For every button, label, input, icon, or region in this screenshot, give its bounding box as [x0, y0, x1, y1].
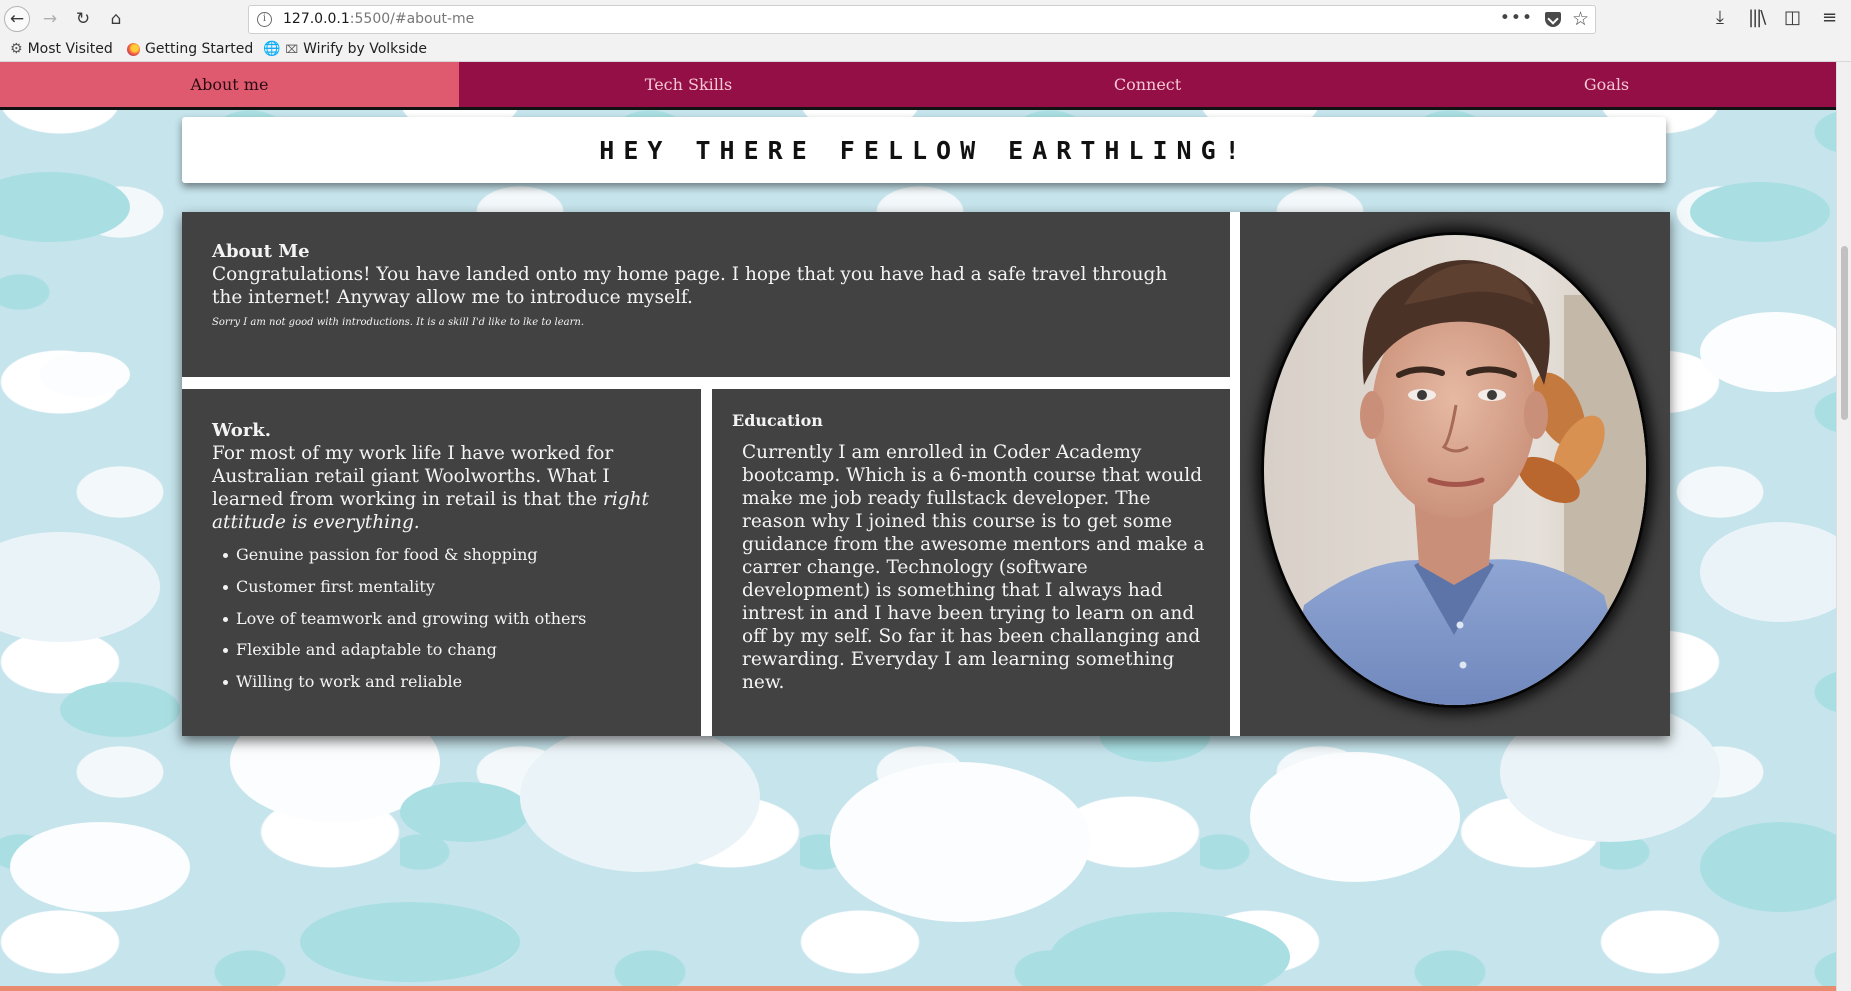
page-title: Hey there fellow earthling!	[599, 135, 1249, 165]
cloud	[1690, 182, 1830, 242]
cloud	[1700, 312, 1836, 392]
bookmarks-bar: ⚙ Most Visited Getting Started 🌐 ⌧ Wirif…	[0, 38, 1851, 62]
scrollbar-thumb[interactable]	[1841, 246, 1848, 420]
work-text-plain: For most of my work life I have worked f…	[212, 443, 614, 510]
bookmark-label: Most Visited	[27, 41, 113, 57]
about-heading: About Me	[212, 241, 310, 262]
about-text: Congratulations! You have landed onto my…	[212, 264, 1168, 308]
site-nav: About me Tech Skills Connect Goals	[0, 62, 1836, 110]
page-viewport: About me Tech Skills Connect Goals Hey t…	[0, 62, 1836, 991]
bookmark-wirify[interactable]: 🌐 ⌧ Wirify by Volkside	[263, 41, 427, 57]
info-icon[interactable]: i	[257, 12, 272, 27]
library-icon[interactable]: |||\	[1748, 7, 1766, 28]
home-icon[interactable]: ⌂	[103, 6, 129, 32]
list-item: Love of teamwork and growing with others	[223, 609, 671, 629]
about-note: Sorry I am not good with introductions. …	[212, 317, 585, 328]
cloud	[1700, 822, 1836, 912]
back-arrow-icon[interactable]: ←	[4, 6, 30, 32]
firefox-icon	[127, 42, 140, 56]
education-text: Currently I am enrolled in Coder Academy…	[742, 442, 1205, 693]
bookmarklet-icon: ⌧	[285, 42, 299, 56]
cloud	[830, 762, 1090, 922]
cloud	[1250, 752, 1460, 882]
menu-icon[interactable]: ≡	[1822, 7, 1837, 28]
more-icon[interactable]: •••	[1500, 8, 1533, 28]
work-list: Genuine passion for food & shopping Cust…	[212, 545, 671, 692]
cloud	[0, 172, 130, 242]
download-icon[interactable]: ⤓	[1716, 7, 1724, 28]
work-text: For most of my work life I have worked f…	[212, 442, 671, 534]
bookmark-most-visited[interactable]: ⚙ Most Visited	[10, 41, 113, 57]
tab-goals[interactable]: Goals	[1377, 62, 1836, 107]
gear-icon: ⚙	[10, 41, 23, 57]
profile-photo-illustration	[1264, 235, 1646, 705]
list-item: Genuine passion for food & shopping	[223, 545, 671, 565]
about-panel: About Me Congratulations! You have lande…	[182, 212, 1230, 377]
address-bar[interactable]: i 127.0.0.1:5500/#about-me ••• ☆	[248, 5, 1596, 34]
cloud	[10, 822, 190, 912]
bookmark-label: Wirify by Volkside	[303, 41, 427, 57]
list-item: Willing to work and reliable	[223, 672, 671, 692]
browser-toolbar: ← → ↻ ⌂ i 127.0.0.1:5500/#about-me ••• ☆…	[0, 0, 1851, 38]
list-item: Flexible and adaptable to chang	[223, 640, 671, 660]
forward-arrow-icon[interactable]: →	[37, 6, 63, 32]
cloud	[300, 902, 520, 982]
list-item: Customer first mentality	[223, 577, 671, 597]
cloud	[400, 782, 530, 842]
work-panel: Work. For most of my work life I have wo…	[182, 389, 701, 736]
cloud	[520, 722, 760, 872]
content-grid: About Me Congratulations! You have lande…	[182, 212, 1670, 736]
tab-connect[interactable]: Connect	[918, 62, 1377, 107]
photo-panel	[1240, 212, 1670, 736]
bookmark-label: Getting Started	[145, 41, 254, 57]
url-text[interactable]: 127.0.0.1:5500/#about-me	[283, 11, 474, 27]
work-heading: Work.	[212, 420, 271, 441]
cloud	[1050, 912, 1290, 991]
footer-strip	[0, 986, 1836, 991]
greeting-banner: Hey there fellow earthling!	[182, 117, 1666, 183]
pocket-icon[interactable]	[1545, 12, 1561, 27]
profile-photo	[1261, 232, 1649, 708]
scrollbar[interactable]	[1836, 62, 1851, 991]
sidebar-icon[interactable]: ◫	[1784, 7, 1801, 28]
tab-tech-skills[interactable]: Tech Skills	[459, 62, 918, 107]
cloud	[60, 682, 180, 737]
reload-icon[interactable]: ↻	[70, 6, 96, 32]
tab-about-me[interactable]: About me	[0, 62, 459, 107]
cloud	[1700, 522, 1836, 622]
education-heading: Education	[732, 411, 823, 430]
star-icon[interactable]: ☆	[1572, 8, 1589, 30]
cloud	[40, 352, 130, 397]
globe-icon: 🌐	[263, 41, 281, 57]
cloud	[0, 532, 160, 642]
bookmark-getting-started[interactable]: Getting Started	[127, 41, 253, 57]
education-panel: Education Currently I am enrolled in Cod…	[712, 389, 1230, 736]
